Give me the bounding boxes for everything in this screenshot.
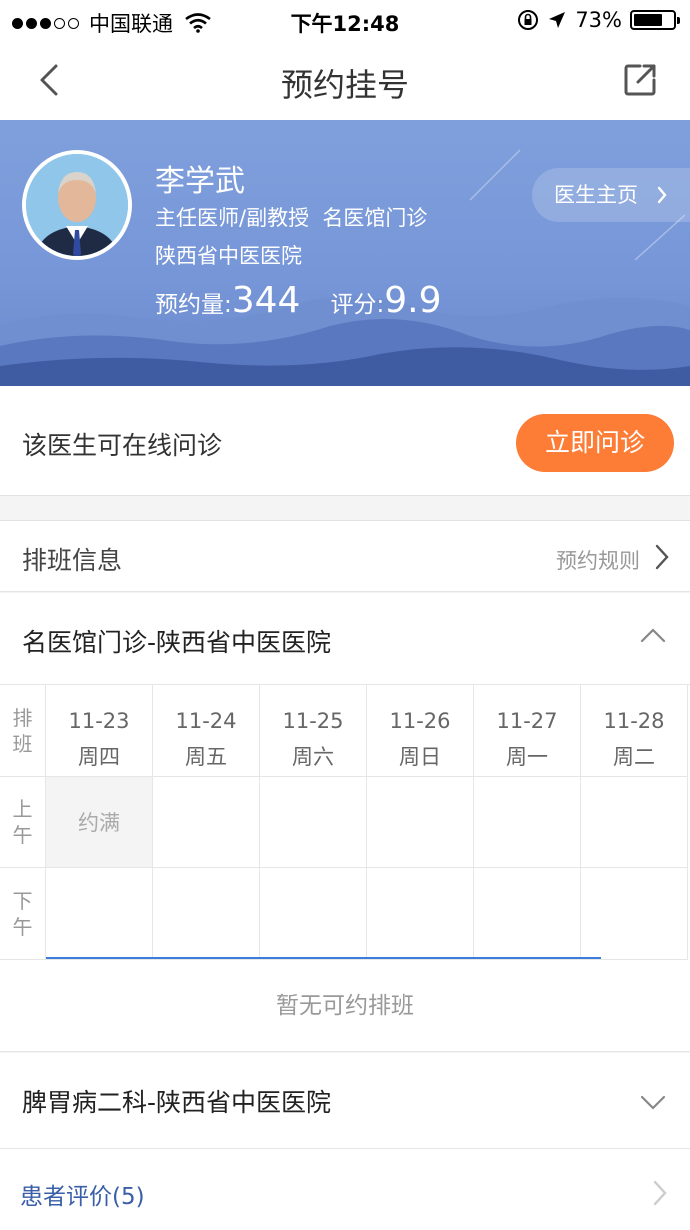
day-header: 11-23 周四 bbox=[46, 685, 153, 777]
chevron-right-icon bbox=[653, 1180, 667, 1206]
rotation-lock-icon bbox=[518, 10, 539, 30]
schedule-table: 排班 11-23 周四 11-24 周五 11-25 周六 11-26 周日 11-27… bbox=[0, 685, 690, 960]
slot-cell[interactable] bbox=[581, 777, 688, 868]
rating-value: 9.9 bbox=[384, 280, 442, 321]
patient-reviews-row[interactable]: 患者评价(5) bbox=[0, 1148, 690, 1230]
afternoon-row: 下午 bbox=[0, 868, 690, 960]
slot-cell[interactable] bbox=[153, 868, 260, 960]
share-icon[interactable] bbox=[620, 60, 660, 100]
morning-label: 上午 bbox=[0, 777, 46, 868]
avatar-photo bbox=[26, 154, 128, 256]
slot-full: 约满 bbox=[46, 777, 153, 868]
consult-now-button[interactable]: 立即问诊 bbox=[516, 414, 674, 472]
online-consult-label: 该医生可在线问诊 bbox=[22, 431, 223, 460]
page-title: 预约挂号 bbox=[280, 66, 409, 104]
slot-cell[interactable] bbox=[474, 868, 581, 960]
nav-bar: 预约挂号 bbox=[0, 42, 690, 120]
day-header: 11-25 周六 bbox=[260, 685, 367, 777]
schedule-title: 排班信息 bbox=[22, 546, 123, 575]
chevron-right-icon bbox=[657, 186, 667, 204]
chevron-down-icon[interactable] bbox=[640, 1095, 666, 1111]
afternoon-label: 下午 bbox=[0, 868, 46, 960]
online-consult-row: 该医生可在线问诊 立即问诊 bbox=[0, 386, 690, 496]
doctor-avatar bbox=[22, 150, 132, 260]
status-bar: 中国联通 下午12:48 73% bbox=[0, 0, 690, 42]
date-row: 排班 11-23 周四 11-24 周五 11-25 周六 11-26 周日 11-27… bbox=[0, 685, 690, 777]
battery-percent: 73% bbox=[575, 8, 622, 32]
day-header: 11-28 周二 bbox=[581, 685, 688, 777]
slot-cell[interactable] bbox=[46, 868, 153, 960]
doctor-hospital: 陕西省中医医院 bbox=[155, 244, 302, 268]
day-header: 11-26 周日 bbox=[367, 685, 474, 777]
slot-cell[interactable] bbox=[367, 777, 474, 868]
day-header: 11-24 周五 bbox=[153, 685, 260, 777]
doctor-home-button[interactable]: 医生主页 bbox=[532, 168, 690, 222]
rating-label: 评分: bbox=[330, 292, 385, 318]
status-right: 73% bbox=[517, 8, 680, 32]
chevron-right-icon[interactable] bbox=[654, 543, 670, 571]
schedule-header: 排班信息 预约规则 bbox=[0, 520, 690, 592]
doctor-home-label: 医生主页 bbox=[554, 183, 638, 207]
page: 中国联通 下午12:48 73% 预约挂号 李学武 主任医师/副教授 名医馆门诊… bbox=[0, 0, 690, 1230]
no-schedule-message: 暂无可约排班 bbox=[0, 960, 690, 1052]
booking-rules-link[interactable]: 预约规则 bbox=[556, 545, 640, 575]
patient-reviews-label: 患者评价(5) bbox=[20, 1184, 145, 1210]
department-name: 名医馆门诊-陕西省中医医院 bbox=[22, 628, 332, 657]
battery-icon bbox=[630, 10, 680, 30]
day-header: 11-27 周一 bbox=[474, 685, 581, 777]
appointments-label: 预约量: bbox=[155, 292, 232, 318]
appointments-count: 344 bbox=[231, 280, 301, 321]
department-name: 脾胃病二科-陕西省中医医院 bbox=[22, 1088, 332, 1117]
doctor-stats: 预约量: 344 评分: 9.9 bbox=[155, 280, 471, 321]
doctor-title: 主任医师/副教授 名医馆门诊 bbox=[155, 206, 428, 230]
morning-row: 上午 约满 bbox=[0, 777, 690, 868]
doctor-name: 李学武 bbox=[155, 164, 245, 199]
slot-cell[interactable] bbox=[153, 777, 260, 868]
department-section-2[interactable]: 脾胃病二科-陕西省中医医院 bbox=[0, 1053, 690, 1148]
table-corner: 排班 bbox=[0, 685, 46, 777]
chevron-up-icon[interactable] bbox=[640, 627, 666, 643]
slot-cell[interactable] bbox=[581, 868, 688, 960]
department-section-1[interactable]: 名医馆门诊-陕西省中医医院 bbox=[0, 593, 690, 685]
doctor-header: 李学武 主任医师/副教授 名医馆门诊 陕西省中医医院 预约量: 344 评分: … bbox=[0, 120, 690, 386]
horizontal-scroll-indicator[interactable] bbox=[46, 957, 601, 959]
slot-cell[interactable] bbox=[260, 868, 367, 960]
slot-cell[interactable] bbox=[367, 868, 474, 960]
slot-cell[interactable] bbox=[260, 777, 367, 868]
slot-cell[interactable] bbox=[474, 777, 581, 868]
location-arrow-icon bbox=[549, 12, 566, 28]
